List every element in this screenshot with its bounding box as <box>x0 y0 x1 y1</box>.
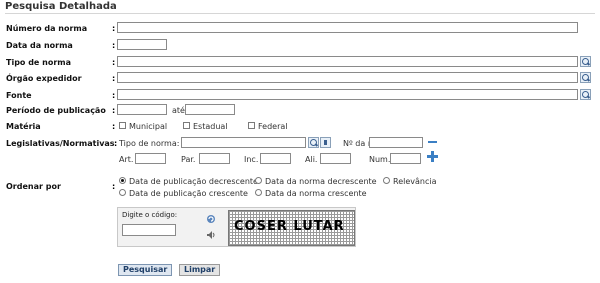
add-row-icon[interactable] <box>427 151 438 162</box>
leg-art-input[interactable] <box>135 153 166 164</box>
clear-icon-body <box>324 140 327 145</box>
leg-inc-input[interactable] <box>260 153 291 164</box>
colon: : <box>112 24 116 33</box>
label-orgao: Órgão expedidor <box>6 74 82 83</box>
label-periodo: Período de publicação <box>6 106 106 115</box>
fonte-search-icon[interactable] <box>580 89 591 100</box>
audio-icon[interactable] <box>206 230 216 240</box>
ordenar-option-label: Data da norma decrescente <box>265 177 377 186</box>
label-tipo: Tipo de norma <box>6 58 72 67</box>
label-legislativas: Legislativas/Normativas <box>6 139 115 148</box>
label-ordenar: Ordenar por <box>6 182 61 191</box>
materia-estadual-label: Estadual <box>193 122 228 131</box>
colon: : <box>112 182 116 191</box>
captcha-input[interactable] <box>122 224 176 236</box>
refresh-icon[interactable] <box>206 214 216 224</box>
leg-par-label: Par. <box>181 155 196 164</box>
ordenar-option-label: Data de publicação crescente <box>129 189 248 198</box>
captcha-panel: Digite o código: COSER LUTAR <box>117 207 356 247</box>
periodo-inicio-input[interactable] <box>117 104 167 115</box>
ordenar-option-radio[interactable] <box>255 189 262 196</box>
leg-art-label: Art. <box>119 155 134 164</box>
numero-norma-input[interactable] <box>117 22 578 33</box>
leg-num-input[interactable] <box>390 153 421 164</box>
materia-estadual-checkbox[interactable] <box>183 122 190 129</box>
ordenar-option-radio[interactable] <box>119 189 126 196</box>
page-title: Pesquisa Detalhada <box>5 1 117 12</box>
leg-tipo-clear-icon[interactable] <box>320 137 331 148</box>
materia-municipal-checkbox[interactable] <box>119 122 126 129</box>
captcha-prompt: Digite o código: <box>122 211 178 219</box>
colon: : <box>112 122 116 131</box>
tipo-norma-input[interactable] <box>117 56 578 67</box>
data-norma-input[interactable] <box>117 39 167 50</box>
clear-button[interactable]: Limpar <box>179 264 221 276</box>
leg-nro-input[interactable] <box>369 137 423 148</box>
refresh-icon-svg <box>207 215 215 223</box>
title-divider <box>5 13 595 14</box>
orgao-search-icon[interactable] <box>580 72 591 83</box>
ordenar-option-radio[interactable] <box>119 177 126 184</box>
remove-row-icon[interactable] <box>428 141 437 143</box>
colon: : <box>114 139 118 148</box>
colon: : <box>112 58 116 67</box>
leg-tipo-search-icon[interactable] <box>308 137 319 148</box>
search-button[interactable]: Pesquisar <box>118 264 173 276</box>
label-materia: Matéria <box>6 122 41 131</box>
ordenar-option-radio[interactable] <box>383 177 390 184</box>
leg-ali-label: Ali. <box>305 155 318 164</box>
periodo-ate-label: até <box>172 106 185 115</box>
periodo-fim-input[interactable] <box>185 104 235 115</box>
materia-federal-checkbox[interactable] <box>248 122 255 129</box>
leg-tipo-label: Tipo de norma: <box>119 139 180 148</box>
materia-federal-label: Federal <box>258 122 288 131</box>
tipo-search-icon[interactable] <box>580 56 591 67</box>
colon: : <box>112 91 116 100</box>
leg-num-label: Num. <box>369 155 391 164</box>
colon: : <box>112 106 116 115</box>
colon: : <box>112 74 116 83</box>
leg-par-input[interactable] <box>199 153 230 164</box>
label-fonte: Fonte <box>6 91 32 100</box>
ordenar-option-label: Data de publicação decrescente <box>129 177 258 186</box>
leg-ali-input[interactable] <box>320 153 351 164</box>
colon: : <box>112 41 116 50</box>
audio-icon-svg <box>207 231 215 239</box>
ordenar-option-label: Data da norma crescente <box>265 189 367 198</box>
orgao-expedidor-input[interactable] <box>117 72 578 83</box>
captcha-code: COSER LUTAR <box>234 219 345 234</box>
captcha-image: COSER LUTAR <box>228 210 355 246</box>
ordenar-option-label: Relevância <box>393 177 437 186</box>
ordenar-option-radio[interactable] <box>255 177 262 184</box>
leg-tipo-input[interactable] <box>181 137 306 148</box>
label-numero: Número da norma <box>6 24 88 33</box>
plus-icon-v <box>431 151 434 162</box>
leg-inc-label: Inc. <box>244 155 259 164</box>
label-data: Data da norma <box>6 41 73 50</box>
materia-municipal-label: Municipal <box>129 122 168 131</box>
fonte-input[interactable] <box>117 89 578 100</box>
